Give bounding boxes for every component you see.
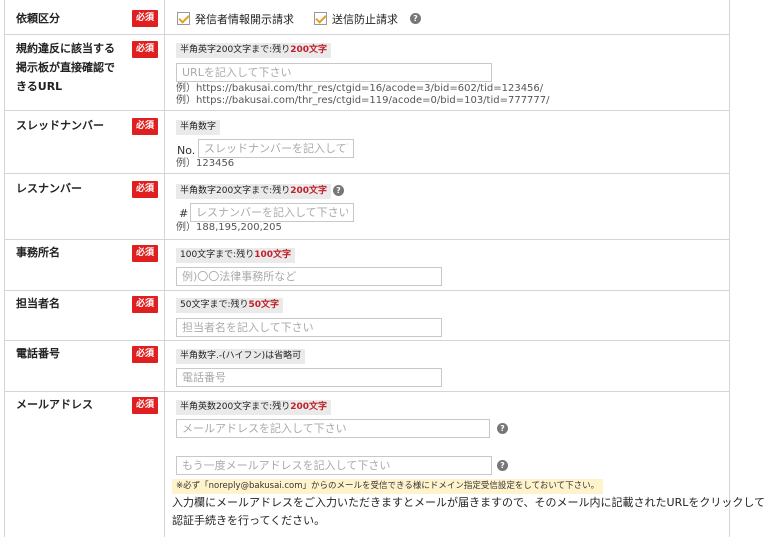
person-name-input[interactable] [176, 318, 442, 337]
office-name-input[interactable] [176, 267, 442, 286]
example-text: 例）https://bakusai.com/thr_res/ctgid=119/… [176, 95, 550, 106]
checkbox-label: 送信防止請求 [332, 13, 398, 26]
row-thread-number: スレッドナンバー 必須 半角数字 No. 例）123456 [4, 111, 730, 174]
row-office-name: 事務所名 必須 100文字まで:残り100文字 [4, 240, 730, 291]
char-count-hint: 100文字まで:残り100文字 [176, 248, 296, 263]
email-note: 入力欄にメールアドレスをご入力いただきますとメールが届きますので、そのメール内に… [172, 496, 764, 509]
field-label: 電話番号 [16, 347, 60, 360]
field-label: スレッドナンバー [16, 119, 104, 132]
required-badge: 必須 [132, 397, 158, 414]
url-input[interactable] [176, 63, 492, 82]
hash-prefix: # [179, 207, 189, 220]
required-badge: 必須 [132, 181, 158, 198]
example-text: 例）188,195,200,205 [176, 222, 282, 233]
field-label: 依頼区分 [16, 12, 60, 25]
checkbox-takedown[interactable] [314, 12, 327, 25]
help-icon[interactable]: ? [410, 13, 421, 24]
remaining-count: 200文字 [290, 186, 328, 196]
email-notice: ※必ず「noreply@bakusai.com」からのメールを受信できる様にドメ… [172, 479, 604, 494]
row-person-name: 担当者名 必須 50文字まで:残り50文字 [4, 291, 730, 341]
help-icon[interactable]: ? [333, 185, 344, 196]
required-badge: 必須 [132, 245, 158, 262]
example-text: 例）123456 [176, 158, 235, 169]
remaining-count: 50文字 [248, 300, 280, 310]
required-badge: 必須 [132, 10, 158, 27]
email-note: 認証手続きを行ってください。 [172, 514, 326, 527]
field-label: 事務所名 [16, 246, 60, 259]
row-phone: 電話番号 必須 半角数字.-(ハイフン)は省略可 [4, 341, 730, 392]
remaining-count: 200文字 [290, 45, 328, 55]
hint-text: 100文字まで:残り [180, 250, 255, 260]
required-badge: 必須 [132, 346, 158, 363]
thread-number-input[interactable] [198, 139, 354, 158]
char-count-hint: 半角数字200文字まで:残り200文字 [176, 184, 332, 199]
email-input[interactable] [176, 419, 490, 438]
row-url: 規約違反に該当する掲示板が直接確認できるURL 必須 半角英字200文字まで:残… [4, 35, 730, 111]
field-label: 担当者名 [16, 297, 60, 310]
required-badge: 必須 [132, 41, 158, 58]
help-icon[interactable]: ? [497, 460, 508, 471]
checkbox-label: 発信者情報開示請求 [195, 13, 294, 26]
remaining-count: 200文字 [290, 402, 328, 412]
row-email: メールアドレス 必須 半角英数200文字まで:残り200文字 ? ? [4, 392, 730, 537]
char-type-hint: 半角数字.-(ハイフン)は省略可 [176, 349, 306, 364]
char-type-hint: 半角数字 [176, 120, 221, 135]
hint-text: 半角数字200文字まで:残り [180, 186, 291, 196]
row-res-number: レスナンバー 必須 半角数字200文字まで:残り200文字 ? # 例）188,… [4, 174, 730, 240]
hint-text: 半角英字200文字まで:残り [180, 45, 291, 55]
required-badge: 必須 [132, 296, 158, 313]
phone-input[interactable] [176, 368, 442, 387]
field-label: メールアドレス [16, 398, 93, 411]
row-request-type: 依頼区分 必須 発信者情報開示請求 送信防止請求 ? [4, 0, 730, 35]
field-label: 規約違反に該当する掲示板が直接確認できるURL [16, 42, 115, 93]
res-number-input[interactable] [190, 203, 354, 222]
remaining-count: 100文字 [254, 250, 292, 260]
char-count-hint: 半角英字200文字まで:残り200文字 [176, 43, 332, 58]
char-count-hint: 半角英数200文字まで:残り200文字 [176, 400, 332, 415]
email-confirm-input[interactable] [176, 456, 492, 475]
field-label: レスナンバー [16, 182, 82, 195]
example-text: 例）https://bakusai.com/thr_res/ctgid=16/a… [176, 83, 544, 94]
checkbox-disclosure[interactable] [177, 12, 190, 25]
hint-text: 半角英数200文字まで:残り [180, 402, 291, 412]
char-count-hint: 50文字まで:残り50文字 [176, 298, 284, 313]
help-icon[interactable]: ? [497, 423, 508, 434]
no-prefix: No. [177, 144, 196, 157]
hint-text: 50文字まで:残り [180, 300, 249, 310]
required-badge: 必須 [132, 118, 158, 135]
